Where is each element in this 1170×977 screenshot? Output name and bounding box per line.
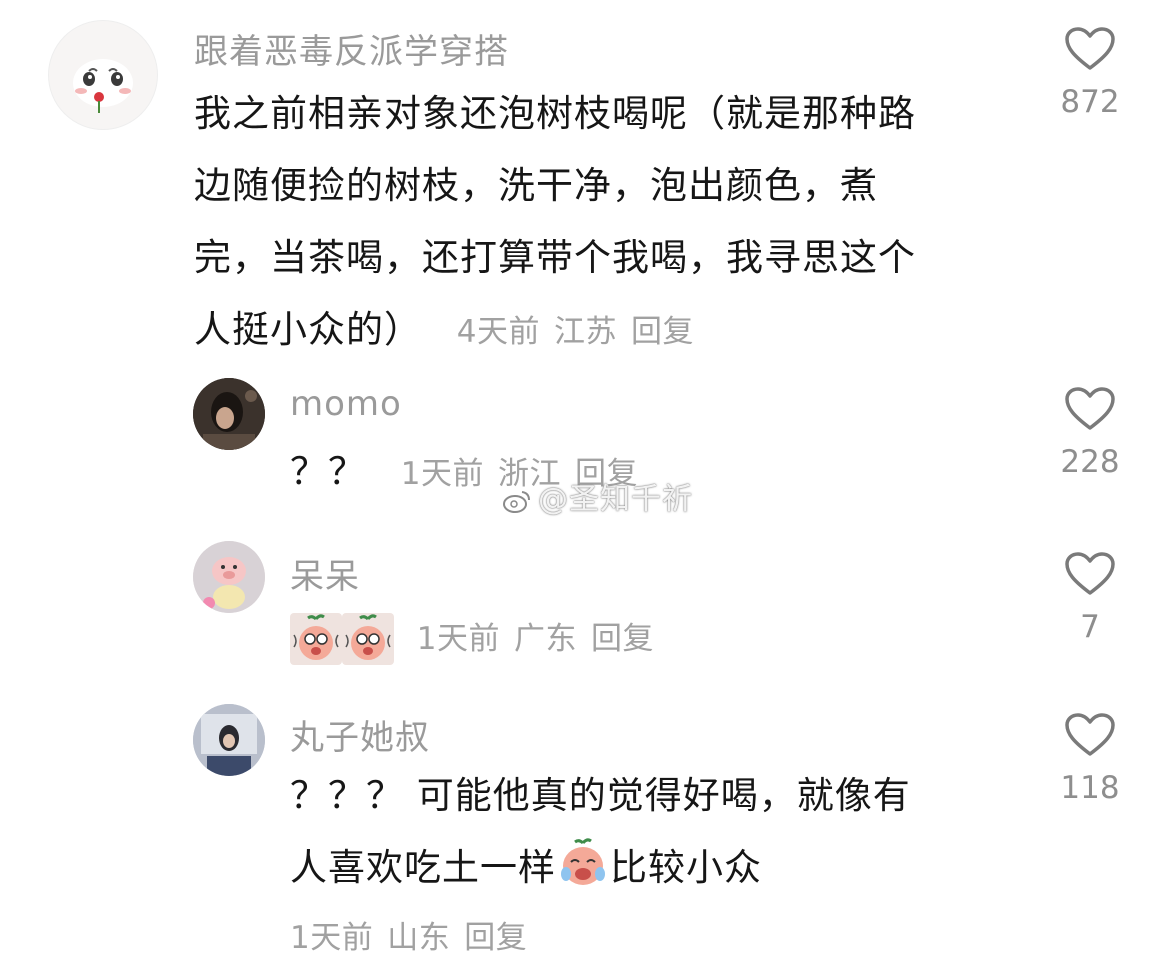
like-area: 872: [1040, 26, 1140, 120]
comment-location: 广东: [514, 621, 577, 657]
pig-plush-icon: [193, 541, 265, 613]
reply-comment: 丸子她叔 ？？？ 可能他真的觉得好喝，就像有 人喜欢吃土一样 比较小众 1天前山…: [0, 698, 1170, 977]
username[interactable]: 丸子她叔: [290, 710, 430, 759]
avatar[interactable]: [193, 378, 265, 450]
comment-time: 1天前: [416, 621, 500, 657]
crying-peach-sticker-icon: [342, 612, 394, 665]
avatar[interactable]: [48, 20, 158, 130]
like-area: 7: [1040, 551, 1140, 645]
avatar[interactable]: [193, 704, 265, 776]
comment-meta: 4天前 江苏 回复: [457, 314, 708, 350]
comment-location: 山东: [387, 920, 451, 956]
username[interactable]: 呆呆: [290, 549, 360, 598]
cartoon-face-icon: [73, 59, 133, 113]
comment-line: 我之前相亲对象还泡树枝喝呢（就是那种路: [194, 92, 916, 135]
reply-button[interactable]: 回复: [591, 621, 654, 657]
crying-peach-sticker-icon: [290, 612, 342, 665]
comment-line: 完，当茶喝，还打算带个我喝，我寻思这个: [194, 236, 916, 279]
comment-line-part: 人喜欢吃土一样: [290, 846, 556, 889]
heart-icon[interactable]: [1064, 712, 1116, 758]
like-count: 7: [1080, 609, 1100, 645]
username[interactable]: momo: [290, 384, 402, 424]
like-count: 228: [1060, 444, 1120, 480]
avatar[interactable]: [193, 541, 265, 613]
like-count: 118: [1060, 770, 1120, 806]
watermark-text: @圣知千祈: [538, 482, 693, 517]
comment-body: ？？: [290, 450, 366, 493]
comment-line: 人挺小众的）: [194, 308, 422, 351]
weibo-logo-icon: [503, 490, 530, 513]
reply-button[interactable]: 回复: [631, 314, 694, 350]
like-area: 118: [1040, 712, 1140, 806]
comment-meta: 1天前 广东 回复: [417, 621, 668, 657]
comment-text: 1天前 广东 回复: [290, 601, 1030, 675]
comment-line: 人喜欢吃土一样 比较小众: [290, 832, 1030, 904]
comment-meta: 1天前 山东 回复: [290, 912, 541, 957]
crying-peach-emoji-icon: [561, 838, 605, 885]
heart-icon[interactable]: [1064, 551, 1116, 597]
comment-time: 1天前: [290, 920, 374, 956]
heart-icon[interactable]: [1064, 26, 1116, 72]
like-area: 228: [1040, 386, 1140, 480]
comment-main: 跟着恶毒反派学穿搭 我之前相亲对象还泡树枝喝呢（就是那种路 边随便捡的树枝，洗干…: [0, 0, 1170, 360]
girl-photo-icon: [193, 704, 265, 776]
heart-icon[interactable]: [1064, 386, 1116, 432]
comment-line-with-meta: 人挺小众的） 4天前 江苏 回复: [194, 294, 1044, 368]
like-count: 872: [1060, 84, 1120, 120]
comment-location: 江苏: [554, 314, 617, 350]
watermark: @圣知千祈: [502, 474, 693, 518]
reply-comment: 呆呆 1天前 广东 回复 7: [0, 535, 1170, 675]
comment-text: ？？？ 可能他真的觉得好喝，就像有 人喜欢吃土一样 比较小众: [290, 760, 1030, 904]
comment-line: 边随便捡的树枝，洗干净，泡出颜色，煮: [194, 164, 878, 207]
dark-photo-icon: [193, 378, 265, 450]
comment-time: 4天前: [456, 314, 540, 350]
comment-line-part: 比较小众: [610, 846, 762, 889]
comment-text: 我之前相亲对象还泡树枝喝呢（就是那种路 边随便捡的树枝，洗干净，泡出颜色，煮 完…: [194, 78, 1044, 368]
comment-line: ？？？ 可能他真的觉得好喝，就像有: [290, 774, 911, 817]
comment-time: 1天前: [400, 456, 484, 492]
reply-button[interactable]: 回复: [464, 920, 527, 956]
username[interactable]: 跟着恶毒反派学穿搭: [194, 24, 509, 73]
